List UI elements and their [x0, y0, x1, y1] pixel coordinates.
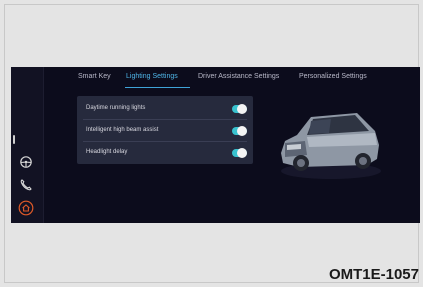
toggle-knob — [237, 104, 247, 114]
rail-indicator — [13, 135, 15, 144]
tab-driver-assistance-settings[interactable]: Driver Assistance Settings — [198, 73, 279, 80]
setting-row-intelligent-high-beam-assist[interactable]: Intelligent high beam assist — [77, 120, 253, 142]
toggle-switch[interactable] — [232, 104, 247, 114]
figure-caption: OMT1E-1057 — [328, 266, 419, 283]
left-rail — [11, 67, 44, 223]
setting-label: Intelligent high beam assist — [86, 127, 159, 133]
vehicle-image — [281, 113, 381, 179]
setting-row-headlight-delay[interactable]: Headlight delay — [77, 142, 253, 164]
setting-row-daytime-running-lights[interactable]: Daytime running lights — [77, 98, 253, 120]
active-tab-indicator — [125, 87, 190, 88]
toggle-switch[interactable] — [232, 148, 247, 158]
tab-personalized-settings[interactable]: Personalized Settings — [299, 73, 367, 80]
tab-smart-key[interactable]: Smart Key — [78, 73, 111, 80]
toggle-switch[interactable] — [232, 126, 247, 136]
toggle-knob — [237, 148, 247, 158]
setting-label: Daytime running lights — [86, 105, 146, 111]
steering-wheel-icon[interactable] — [18, 154, 34, 170]
toggle-knob — [237, 126, 247, 136]
tab-lighting-settings[interactable]: Lighting Settings — [126, 73, 178, 80]
home-icon[interactable] — [18, 200, 34, 216]
phone-icon[interactable] — [18, 177, 34, 193]
setting-label: Headlight delay — [86, 149, 128, 155]
settings-panel: Daytime running lights Intelligent high … — [77, 96, 253, 164]
infotainment-screen: Smart Key Lighting Settings Driver Assis… — [11, 67, 420, 223]
